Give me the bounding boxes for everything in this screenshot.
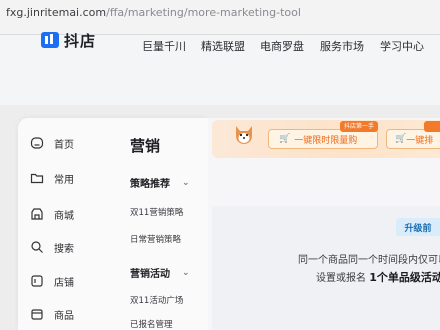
url-text[interactable]: fxg.jinritemai.com/ffa/marketing/more-ma… [6,6,301,19]
sidebar-item-mall[interactable]: 商城 [30,205,74,223]
second-promo-button[interactable]: 🛒 一键排 [386,129,440,149]
submenu-group-strategy[interactable]: 策略推荐 ⌄ [130,175,190,191]
promo-tag-2 [424,121,440,132]
chevron-down-icon: ⌄ [182,267,190,278]
card-description-line2: 设置或报名 1个单品级活动 [316,269,440,285]
line2-prefix: 设置或报名 [316,273,366,284]
line2-bold: 1个单品级活动 [369,271,440,284]
before-upgrade-badge: 升级前 [396,218,440,236]
nav-item-compass[interactable]: 电商罗盘 [260,38,304,54]
sidebar-item-store[interactable]: 店铺 [30,272,74,290]
sidebar-item-search[interactable]: 搜索 [30,238,74,256]
folder-icon [30,173,44,184]
flash-sale-button[interactable]: 🛒 一键限时限量购 [268,129,378,149]
cart-icon: 🛒 [395,134,407,144]
promo-tag: 抖店第一手 [340,121,379,132]
search-icon [31,241,43,253]
nav-item-learning[interactable]: 学习中心 [380,38,424,54]
sidebar-item-product[interactable]: 商品 [30,305,74,323]
submenu-item-double11-strategy[interactable]: 双11营销策略 [130,206,183,218]
submenu-group-label: 营销活动 [130,269,170,280]
sidebar-item-home[interactable]: 首页 [30,134,74,152]
store-icon [31,275,43,287]
flash-sale-label: 一键限时限量购 [294,135,358,146]
sidebar-item-common[interactable]: 常用 [30,169,74,187]
url-path: /ffa/marketing/more-marketing-tool [106,6,301,19]
submenu-group-label: 策略推荐 [130,179,170,190]
submenu-item-double11-plaza[interactable]: 双11活动广场 [130,294,183,306]
sidebar-item-label: 商城 [54,210,74,222]
sidebar-item-label: 商品 [54,310,74,322]
home-icon [30,137,44,149]
shiba-mascot-icon [236,126,252,144]
nav-item-service-market[interactable]: 服务市场 [320,38,364,54]
nav-item-qianchuan[interactable]: 巨量千川 [142,38,186,54]
cart-icon: 🛒 [279,134,291,144]
chevron-down-icon: ⌄ [182,177,190,188]
second-promo-label: 一键排 [406,135,434,146]
sidebar-item-label: 常用 [54,174,74,186]
sidebar-item-label: 首页 [54,139,74,151]
brand-name[interactable]: 抖店 [64,30,96,51]
nav-item-alliance[interactable]: 精选联盟 [201,38,245,54]
sidebar-item-label: 店铺 [54,277,74,289]
submenu-item-registered[interactable]: 已报名管理 [130,318,173,330]
submenu-item-daily-strategy[interactable]: 日常营销策略 [130,233,181,245]
card-description-line1: 同一个商品同一个时间段内仅可以 [298,255,440,266]
submenu-title: 营销 [130,137,161,155]
product-icon [31,309,43,320]
url-host: fxg.jinritemai.com [6,6,107,19]
doudian-logo-icon[interactable] [40,30,60,50]
shop-icon [31,208,43,220]
sidebar-item-label: 搜索 [54,243,74,255]
submenu-group-activities[interactable]: 营销活动 ⌄ [130,265,190,281]
